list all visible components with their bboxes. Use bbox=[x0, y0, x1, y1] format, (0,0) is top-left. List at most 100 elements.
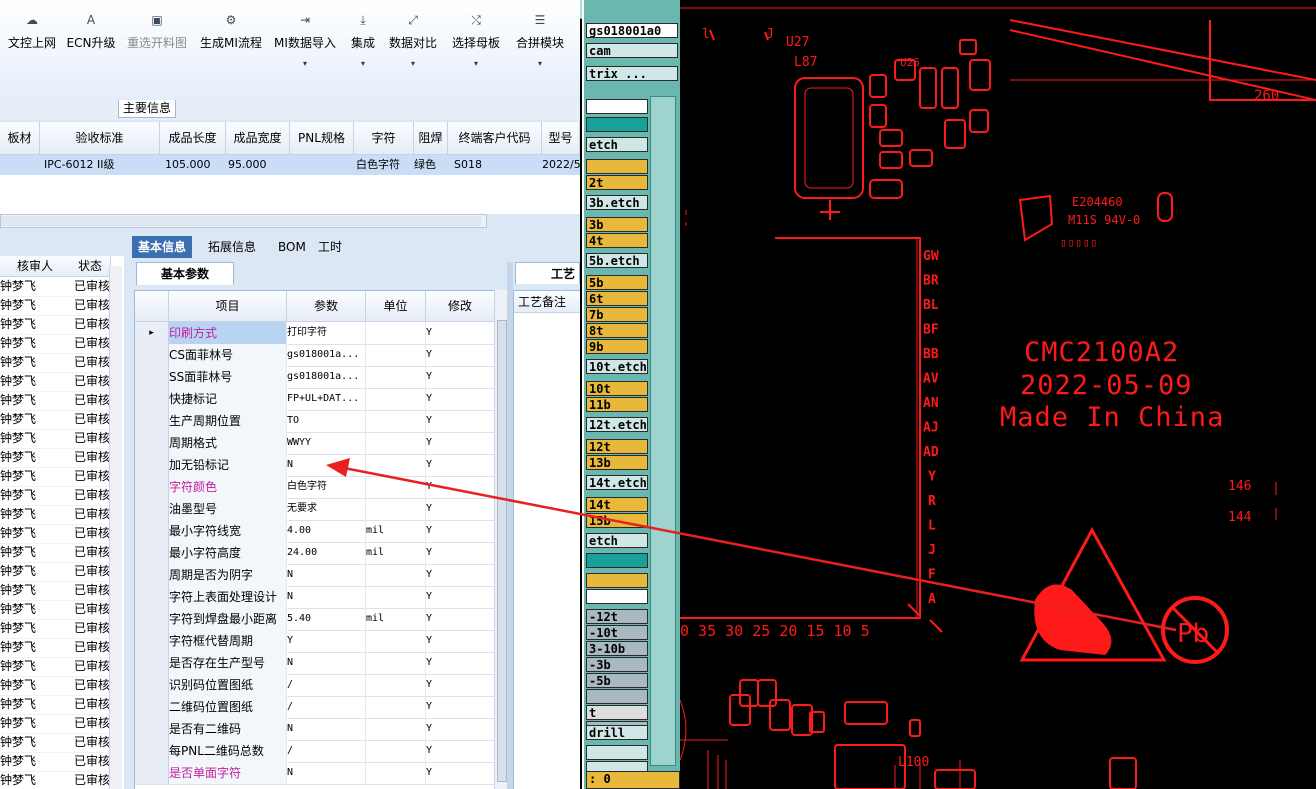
main-info-column-header[interactable]: 成品宽度 bbox=[226, 122, 290, 155]
param-value-cell[interactable]: / bbox=[287, 740, 366, 762]
list-item[interactable]: 钟梦飞 已审核 bbox=[0, 562, 110, 582]
layer-item[interactable]: etch bbox=[586, 533, 648, 548]
cad-viewport[interactable]: l J U27 L87 U26 260 E204460 M11S 94V-0 ▯… bbox=[680, 0, 1316, 789]
param-unit-cell[interactable] bbox=[366, 696, 426, 718]
row-selector[interactable] bbox=[135, 476, 169, 498]
param-unit-cell[interactable] bbox=[366, 652, 426, 674]
list-item[interactable]: 钟梦飞 已审核 bbox=[0, 600, 110, 620]
toolbar-button-4[interactable]: ⇥ MI数据导入 ▾ bbox=[272, 10, 338, 80]
main-info-column-header[interactable]: 验收标准 bbox=[40, 122, 160, 155]
row-selector[interactable] bbox=[135, 520, 169, 542]
param-column-header[interactable]: 项目 bbox=[169, 291, 287, 322]
list-item[interactable]: 钟梦飞 已审核 bbox=[0, 334, 110, 354]
row-selector[interactable] bbox=[135, 608, 169, 630]
table-row[interactable]: 最小字符线宽 4.00 mil Y bbox=[135, 520, 495, 543]
subtab-process[interactable]: 工艺 bbox=[515, 262, 580, 284]
list-item[interactable]: 钟梦飞 已审核 bbox=[0, 315, 110, 335]
row-selector[interactable] bbox=[135, 454, 169, 476]
param-mod-cell[interactable]: Y bbox=[426, 762, 495, 784]
param-unit-cell[interactable] bbox=[366, 740, 426, 762]
param-value-cell[interactable]: WWYY bbox=[287, 432, 366, 454]
main-info-tab[interactable]: 主要信息 bbox=[118, 100, 177, 118]
param-unit-cell[interactable]: mil bbox=[366, 542, 426, 564]
param-value-cell[interactable]: N bbox=[287, 586, 366, 608]
row-selector[interactable] bbox=[135, 762, 169, 784]
param-unit-cell[interactable] bbox=[366, 432, 426, 454]
layer-item[interactable]: -5b bbox=[586, 673, 648, 688]
row-selector[interactable] bbox=[135, 410, 169, 432]
row-selector[interactable] bbox=[135, 586, 169, 608]
layer-item[interactable]: 8t bbox=[586, 323, 648, 338]
table-row[interactable]: 是否有二维码 N Y bbox=[135, 718, 495, 741]
param-mod-cell[interactable]: Y bbox=[426, 366, 495, 388]
layer-item[interactable]: 3-10b bbox=[586, 641, 648, 656]
param-column-header[interactable]: 修改 bbox=[426, 291, 495, 322]
param-mod-cell[interactable]: Y bbox=[426, 388, 495, 410]
layer-item[interactable]: 6t bbox=[586, 291, 648, 306]
list-item[interactable]: 钟梦飞 已审核 bbox=[0, 391, 110, 411]
layer-item[interactable]: drill bbox=[586, 725, 648, 740]
param-unit-cell[interactable] bbox=[366, 674, 426, 696]
table-row[interactable]: 字符颜色 白色字符 Y bbox=[135, 476, 495, 499]
row-selector[interactable] bbox=[135, 718, 169, 740]
layer-item[interactable]: 10t bbox=[586, 381, 648, 396]
list-item[interactable]: 钟梦飞 已审核 bbox=[0, 543, 110, 563]
table-row[interactable]: 油墨型号 无要求 Y bbox=[135, 498, 495, 521]
row-selector[interactable] bbox=[135, 542, 169, 564]
param-value-cell[interactable]: 无要求 bbox=[287, 498, 366, 520]
layer-item[interactable]: 10t.etch bbox=[586, 359, 648, 374]
param-value-cell[interactable]: N bbox=[287, 564, 366, 586]
main-info-column-header[interactable]: PNL规格 bbox=[290, 122, 354, 155]
row-selector[interactable] bbox=[135, 696, 169, 718]
list-item[interactable]: 钟梦飞 已审核 bbox=[0, 296, 110, 316]
param-mod-cell[interactable]: Y bbox=[426, 696, 495, 718]
row-selector[interactable] bbox=[135, 344, 169, 366]
param-unit-cell[interactable] bbox=[366, 630, 426, 652]
list-item[interactable]: 钟梦飞 已审核 bbox=[0, 448, 110, 468]
param-mod-cell[interactable]: Y bbox=[426, 476, 495, 498]
toolbar-button-5[interactable]: ⤓ 集成 ▾ bbox=[346, 10, 380, 80]
tab-3[interactable]: 工时 bbox=[312, 236, 348, 258]
table-row[interactable]: 快捷标记 FP+UL+DAT... Y bbox=[135, 388, 495, 411]
chevron-down-icon[interactable]: ▾ bbox=[448, 59, 504, 68]
list-item[interactable]: 钟梦飞 已审核 bbox=[0, 733, 110, 753]
param-value-cell[interactable]: gs018001a... bbox=[287, 344, 366, 366]
layer-item[interactable]: 12t bbox=[586, 439, 648, 454]
table-row[interactable]: 字符框代替周期 Y Y bbox=[135, 630, 495, 653]
list-item[interactable]: 钟梦飞 已审核 bbox=[0, 638, 110, 658]
param-value-cell[interactable]: 5.40 bbox=[287, 608, 366, 630]
table-row[interactable]: 字符上表面处理设计 N Y bbox=[135, 586, 495, 609]
layer-item[interactable]: t bbox=[586, 705, 648, 720]
layer-item[interactable]: 5b.etch bbox=[586, 253, 648, 268]
layer-item[interactable]: 14t.etch bbox=[586, 475, 648, 490]
main-info-column-header[interactable]: 型号 bbox=[542, 122, 580, 155]
layer-item[interactable]: -10t bbox=[586, 625, 648, 640]
param-mod-cell[interactable]: Y bbox=[426, 652, 495, 674]
param-value-cell[interactable]: 24.00 bbox=[287, 542, 366, 564]
param-unit-cell[interactable]: mil bbox=[366, 520, 426, 542]
row-selector[interactable] bbox=[135, 432, 169, 454]
list-item[interactable]: 钟梦飞 已审核 bbox=[0, 771, 110, 789]
review-list-column-header[interactable]: 核审人 bbox=[0, 256, 71, 277]
param-unit-cell[interactable] bbox=[366, 564, 426, 586]
main-info-column-header[interactable]: 终端客户代码 bbox=[448, 122, 542, 155]
param-mod-cell[interactable]: Y bbox=[426, 718, 495, 740]
param-value-cell[interactable]: N bbox=[287, 652, 366, 674]
list-item[interactable]: 钟梦飞 已审核 bbox=[0, 619, 110, 639]
row-selector[interactable] bbox=[135, 388, 169, 410]
table-row[interactable]: 识别码位置图纸 / Y bbox=[135, 674, 495, 697]
param-unit-cell[interactable] bbox=[366, 498, 426, 520]
param-value-cell[interactable]: N bbox=[287, 762, 366, 784]
list-item[interactable]: 钟梦飞 已审核 bbox=[0, 429, 110, 449]
param-mod-cell[interactable]: Y bbox=[426, 608, 495, 630]
table-row[interactable]: 是否存在生产型号 N Y bbox=[135, 652, 495, 675]
table-row[interactable]: 最小字符高度 24.00 mil Y bbox=[135, 542, 495, 565]
list-item[interactable]: 钟梦飞 已审核 bbox=[0, 277, 110, 297]
scrollbar-thumb[interactable] bbox=[497, 320, 507, 782]
param-value-cell[interactable]: TO bbox=[287, 410, 366, 432]
list-item[interactable]: 钟梦飞 已审核 bbox=[0, 372, 110, 392]
param-unit-cell[interactable] bbox=[366, 366, 426, 388]
table-row[interactable]: 二维码位置图纸 / Y bbox=[135, 696, 495, 719]
table-row[interactable]: ▸ 印刷方式 打印字符 Y bbox=[135, 322, 495, 345]
list-item[interactable]: 钟梦飞 已审核 bbox=[0, 410, 110, 430]
